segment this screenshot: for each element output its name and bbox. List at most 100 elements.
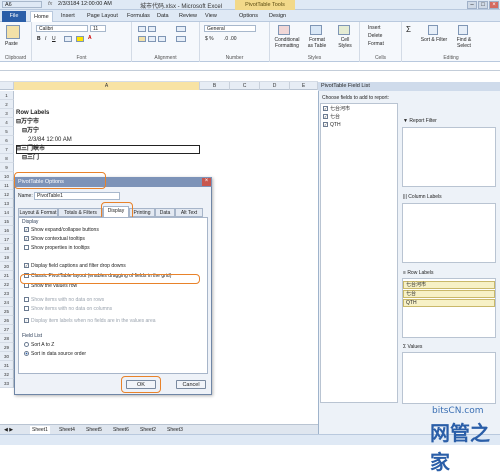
row-header[interactable]: 27 [0,325,14,334]
font-name-select[interactable]: Calibri [36,25,88,32]
row-header[interactable]: 31 [0,361,14,370]
pivot-cell[interactable]: ⊟万宁 [22,127,39,136]
row-header[interactable]: 30 [0,352,14,361]
row-header[interactable]: 28 [0,334,14,343]
align-right-icon[interactable] [158,36,166,42]
decimal-icon[interactable]: .0 .00 [224,36,237,42]
row-field-chip[interactable]: QTH [403,299,495,307]
cancel-button[interactable]: Cancel [176,380,206,389]
sort-filter-icon[interactable] [428,25,438,35]
row-header[interactable]: 11 [0,181,14,190]
row-header[interactable]: 23 [0,289,14,298]
tab-design[interactable]: Design [266,11,289,22]
tab-page-layout[interactable]: Page Layout [84,11,121,22]
tab-layout-format[interactable]: Layout & Format [18,208,58,217]
format-table-icon[interactable] [310,25,322,35]
row-header[interactable]: 18 [0,244,14,253]
find-select-icon[interactable] [458,25,468,35]
underline-button[interactable]: U [52,36,56,42]
tab-options[interactable]: Options [236,11,261,22]
font-size-select[interactable]: 11 [90,25,106,32]
row-header[interactable]: 21 [0,271,14,280]
field-item[interactable]: ✓ QTH [323,122,341,129]
row-header[interactable]: 17 [0,235,14,244]
align-left-icon[interactable] [138,36,146,42]
option-checkbox-row[interactable]: Show the values row [24,283,77,290]
bold-button[interactable]: B [37,36,41,42]
tab-view[interactable]: View [202,11,220,22]
row-header[interactable]: 6 [0,136,14,145]
radio-icon[interactable] [24,342,29,348]
conditional-formatting-icon[interactable] [278,25,290,35]
dialog-close-button[interactable]: × [202,178,211,186]
checkbox-checked-icon[interactable]: ✓ [24,263,29,269]
cell-styles-icon[interactable] [338,25,350,35]
tab-insert[interactable]: Insert [58,11,78,22]
select-all-corner[interactable] [0,82,14,90]
align-center-icon[interactable] [148,36,156,42]
insert-button[interactable]: Insert [368,25,381,31]
format-button[interactable]: Format [368,41,384,47]
format-as-table-button[interactable]: Format as Table [306,37,328,49]
pivot-cell[interactable]: Row Labels [16,109,49,118]
wrap-text-icon[interactable] [176,26,186,32]
name-input[interactable]: PivotTable1 [34,192,120,200]
close-button[interactable]: × [489,1,499,9]
checkbox-icon[interactable] [24,245,29,251]
find-select-button[interactable]: Find & Select [450,37,478,49]
tab-alt-text[interactable]: Alt Text [175,208,203,217]
pivot-cell[interactable]: ⊟三门 [22,154,39,163]
sheet-tab-sheet5[interactable]: Sheet5 [84,426,104,434]
row-header[interactable]: 20 [0,262,14,271]
conditional-formatting-button[interactable]: Conditional Formatting [272,37,302,49]
tab-data-dialog[interactable]: Data [155,208,175,217]
maximize-button[interactable]: □ [478,1,488,9]
fill-color-icon[interactable] [76,36,84,42]
checkbox-icon[interactable]: ✓ [323,106,328,112]
sheet-tab-sheet6[interactable]: Sheet6 [111,426,131,434]
sheet-tab-sheet4[interactable]: Sheet4 [57,426,77,434]
sheet-nav-icon[interactable]: ◀ ▶ [2,426,15,434]
borders-icon[interactable] [64,36,72,42]
field-item[interactable]: ✓ 七台 [323,114,340,121]
delete-button[interactable]: Delete [368,33,382,39]
tab-formulas[interactable]: Formulas [124,11,153,22]
row-field-chip[interactable]: 七台 [403,290,495,298]
selected-cell-a6[interactable] [16,145,200,154]
report-filter-area[interactable] [402,127,496,187]
column-header-c[interactable]: C [230,82,260,90]
row-header[interactable]: 24 [0,298,14,307]
minimize-button[interactable]: – [467,1,477,9]
align-middle-icon[interactable] [148,26,156,32]
column-header-e[interactable]: E [290,82,318,90]
row-header[interactable]: 15 [0,217,14,226]
row-header[interactable]: 7 [0,145,14,154]
radio-sort-a-z[interactable]: Sort A to Z [24,342,54,349]
row-header[interactable]: 5 [0,127,14,136]
row-header[interactable]: 12 [0,190,14,199]
row-header[interactable]: 4 [0,118,14,127]
option-checkbox-row[interactable]: ✓ Show expand/collapse buttons [24,227,99,234]
row-header[interactable]: 22 [0,280,14,289]
column-header-b[interactable]: B [200,82,230,90]
row-header[interactable]: 33 [0,379,14,388]
fx-icon[interactable]: fx [48,0,52,9]
field-item[interactable]: ✓ 七台河市 [323,106,350,113]
row-header[interactable]: 16 [0,226,14,235]
radio-selected-icon[interactable] [24,351,29,357]
paste-button[interactable]: Paste [5,41,18,47]
row-header[interactable]: 2 [0,100,14,109]
cell-styles-button[interactable]: Cell Styles [334,37,356,49]
sort-filter-button[interactable]: Sort & Filter [420,37,448,43]
column-labels-area[interactable] [402,203,496,263]
pivot-cell[interactable]: ⊟万宁市 [16,118,39,127]
row-header[interactable]: 10 [0,172,14,181]
tab-totals-filters[interactable]: Totals & Filters [58,208,103,217]
sheet-tab-sheet3[interactable]: Sheet3 [165,426,185,434]
checkbox-checked-icon[interactable]: ✓ [24,227,29,233]
sheet-tab-sheet1[interactable]: Sheet1 [30,426,50,434]
checkbox-icon[interactable]: ✓ [323,122,328,128]
option-checkbox-row[interactable]: Show properties in tooltips [24,245,90,252]
merge-center-icon[interactable] [176,36,186,42]
currency-icon[interactable]: $ % [205,36,214,42]
